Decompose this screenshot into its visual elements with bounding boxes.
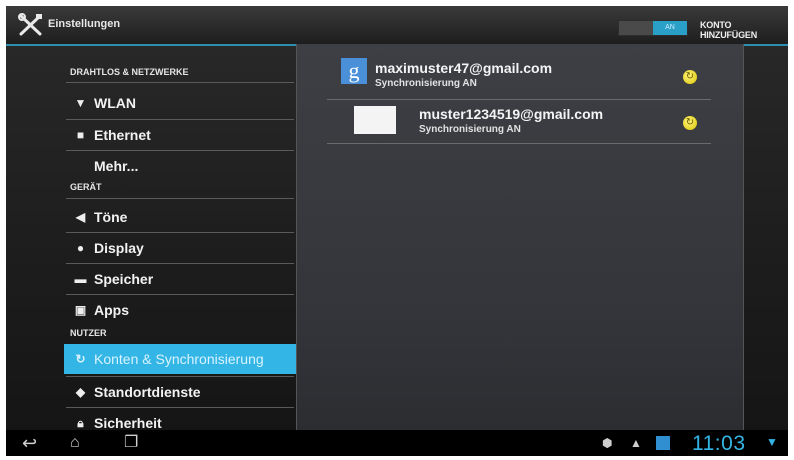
app-icon[interactable] [656,436,670,450]
settings-screen: Einstellungen AN KONTO HINZUFÜGEN DRAHTL… [6,6,788,456]
ethernet-icon: ■ [76,128,85,142]
sidebar-item-more[interactable]: Mehr... [64,151,296,181]
blank-account-icon [354,106,396,134]
action-bar: Einstellungen AN KONTO HINZUFÜGEN [6,6,788,46]
sidebar-item-label: Speicher [94,271,154,287]
accounts-panel: g maximuster47@gmail.com Synchronisierun… [296,44,744,430]
account-sync-status: Synchronisierung AN [375,78,477,89]
sidebar-item-label: Konten & Synchronisierung [94,351,264,367]
sidebar-item-sound[interactable]: ◀ Töne [64,202,296,232]
sidebar-item-label: WLAN [94,95,136,111]
sound-icon: ◀ [75,210,86,224]
sync-icon: ↻ [75,352,86,366]
display-icon: ● [76,241,85,255]
account-row[interactable]: g maximuster47@gmail.com Synchronisierun… [329,54,709,98]
recent-apps-icon[interactable]: ❐ [124,435,138,451]
google-icon: g [341,58,367,84]
sidebar-item-label: Standortdienste [94,384,201,400]
sidebar-item-apps[interactable]: ▣ Apps [64,295,296,325]
sidebar-item-label: Ethernet [94,127,151,143]
app-title: Einstellungen [48,18,121,30]
sidebar-item-location[interactable]: ◆ Standortdienste [64,377,296,407]
settings-sidebar: DRAHTLOS & NETZWERKE ▼ WLAN ■ Ethernet M… [64,46,298,431]
storage-icon: ▬ [74,272,87,286]
section-wireless: DRAHTLOS & NETZWERKE [70,67,189,77]
location-icon: ◆ [75,385,86,399]
sidebar-item-label: Sicherheit [94,415,162,431]
account-sync-status: Synchronisierung AN [419,124,521,135]
settings-tools-icon[interactable] [18,13,44,37]
back-icon[interactable]: ↩ [22,434,37,452]
add-account-button[interactable]: KONTO HINZUFÜGEN [700,20,788,40]
sidebar-item-storage[interactable]: ▬ Speicher [64,264,296,294]
sync-status-icon: ↻ [683,70,697,84]
sidebar-item-ethernet[interactable]: ■ Ethernet [64,120,296,150]
sidebar-item-label: Apps [94,302,129,318]
divider [66,82,294,83]
lock-icon: 🔒︎ [77,416,84,430]
sidebar-item-label: Töne [94,209,128,225]
divider [66,198,294,199]
sync-toggle[interactable]: AN [618,20,688,36]
sidebar-item-display[interactable]: ● Display [64,233,296,263]
wifi-icon: ▼ [74,96,87,110]
wifi-signal-icon: ▼ [766,435,778,449]
clock: 11:03 [692,432,746,455]
sidebar-item-label: Mehr... [94,158,139,174]
account-email: muster1234519@gmail.com [419,106,604,122]
apps-icon: ▣ [74,303,87,317]
divider [327,143,711,144]
sidebar-item-label: Display [94,240,144,256]
section-user: NUTZER [70,328,107,338]
notification-icon[interactable]: ⬢ [602,436,612,450]
warning-icon[interactable]: ▲ [630,436,642,450]
account-row[interactable]: muster1234519@gmail.com Synchronisierung… [329,100,709,144]
sync-toggle-on: AN [653,21,687,35]
section-device: GERÄT [70,182,102,192]
sidebar-item-accounts-sync[interactable]: ↻ Konten & Synchronisierung [64,344,296,374]
home-icon[interactable]: ⌂ [70,435,80,451]
sidebar-item-wlan[interactable]: ▼ WLAN [64,88,296,118]
sync-status-icon: ↻ [683,116,697,130]
account-email: maximuster47@gmail.com [375,60,553,76]
system-bar: ↩ ⌂ ❐ ⬢ ▲ 11:03 ▼ [6,430,788,456]
